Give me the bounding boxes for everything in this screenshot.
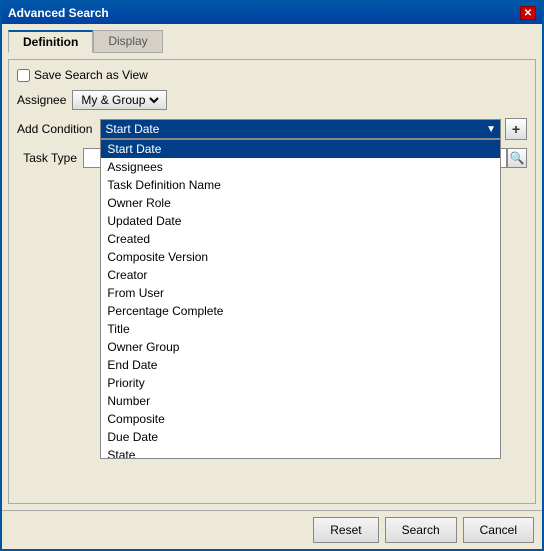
reset-button[interactable]: Reset <box>313 517 378 543</box>
title-bar: Advanced Search ✕ <box>2 2 542 24</box>
dropdown-item-composite-version[interactable]: Composite Version <box>101 248 500 266</box>
advanced-search-window: Advanced Search ✕ Definition Display Sav… <box>0 0 544 551</box>
task-type-search-icon[interactable]: 🔍 <box>507 148 527 168</box>
dropdown-item-created[interactable]: Created <box>101 230 500 248</box>
dropdown-item-from-user[interactable]: From User <box>101 284 500 302</box>
save-search-checkbox[interactable] <box>17 69 30 82</box>
save-search-label: Save Search as View <box>34 68 148 82</box>
save-search-row: Save Search as View <box>17 68 527 82</box>
dropdown-item-updated-date[interactable]: Updated Date <box>101 212 500 230</box>
condition-dropdown-container: Start Date ▼ Start Date Assignees Task D… <box>100 119 501 139</box>
tab-definition[interactable]: Definition <box>8 30 93 53</box>
dropdown-item-start-date[interactable]: Start Date <box>101 140 500 158</box>
window-content: Definition Display Save Search as View A… <box>2 24 542 510</box>
close-button[interactable]: ✕ <box>520 6 536 20</box>
assignee-dropdown[interactable]: My & Group My Group All <box>77 92 162 108</box>
dropdown-item-creator[interactable]: Creator <box>101 266 500 284</box>
dropdown-item-owner-group[interactable]: Owner Group <box>101 338 500 356</box>
tab-display[interactable]: Display <box>93 30 162 53</box>
dropdown-item-composite[interactable]: Composite <box>101 410 500 428</box>
dropdown-item-state[interactable]: State <box>101 446 500 459</box>
dropdown-item-number[interactable]: Number <box>101 392 500 410</box>
window-title: Advanced Search <box>8 6 109 20</box>
task-type-label: Task Type <box>17 151 77 165</box>
tab-bar: Definition Display <box>8 30 536 53</box>
condition-selected-value: Start Date <box>105 122 159 136</box>
bottom-bar: Reset Search Cancel <box>2 510 542 549</box>
search-button[interactable]: Search <box>385 517 457 543</box>
add-condition-button[interactable]: + <box>505 118 527 140</box>
dropdown-item-owner-role[interactable]: Owner Role <box>101 194 500 212</box>
add-condition-row: Add Condition Start Date ▼ Start Date As… <box>17 118 527 140</box>
dropdown-item-title[interactable]: Title <box>101 320 500 338</box>
cancel-button[interactable]: Cancel <box>463 517 534 543</box>
dropdown-item-task-def-name[interactable]: Task Definition Name <box>101 176 500 194</box>
condition-dropdown-header[interactable]: Start Date ▼ <box>100 119 501 139</box>
tab-panel: Save Search as View Assignee My & Group … <box>8 59 536 504</box>
assignee-row: Assignee My & Group My Group All <box>17 90 527 110</box>
dropdown-arrow-icon: ▼ <box>486 124 496 135</box>
assignee-label: Assignee <box>17 93 66 107</box>
condition-dropdown-list: Start Date Assignees Task Definition Nam… <box>100 139 501 459</box>
add-condition-label: Add Condition <box>17 122 92 136</box>
dropdown-item-assignees[interactable]: Assignees <box>101 158 500 176</box>
assignee-select[interactable]: My & Group My Group All <box>72 90 167 110</box>
dropdown-item-priority[interactable]: Priority <box>101 374 500 392</box>
dropdown-item-percentage-complete[interactable]: Percentage Complete <box>101 302 500 320</box>
dropdown-item-end-date[interactable]: End Date <box>101 356 500 374</box>
dropdown-item-due-date[interactable]: Due Date <box>101 428 500 446</box>
